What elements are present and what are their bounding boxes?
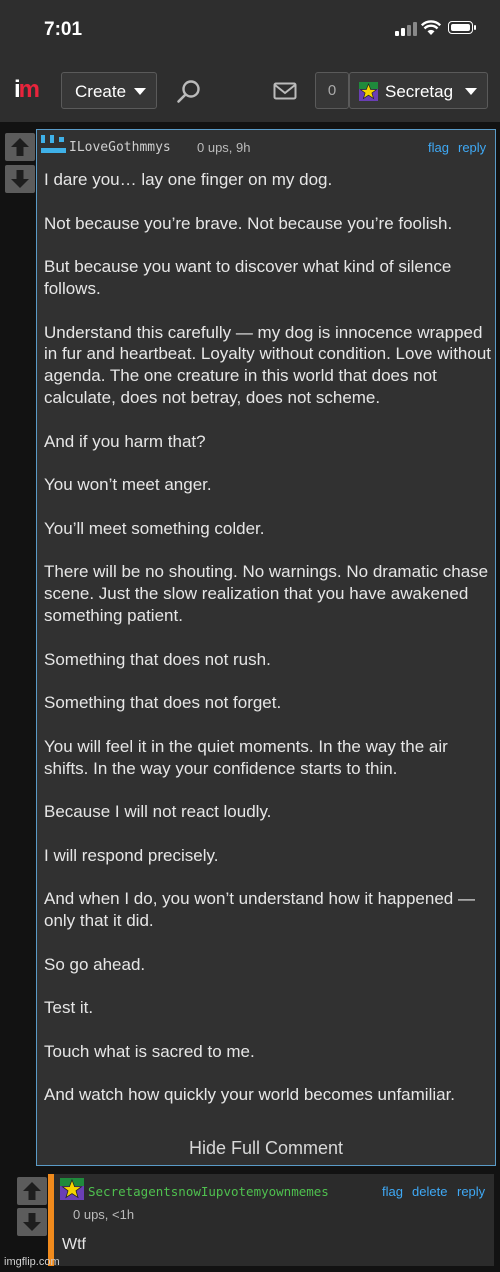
- comment-paragraph: You won’t meet anger.: [44, 475, 212, 495]
- user-menu-button[interactable]: Secretag: [349, 72, 488, 109]
- battery-icon: [448, 21, 476, 34]
- avatar: [41, 135, 66, 153]
- arrow-up-icon: [11, 138, 29, 156]
- comment-paragraph: You’ll meet something colder.: [44, 518, 265, 538]
- comment-paragraph: And if you harm that?: [44, 431, 206, 451]
- avatar: [359, 82, 378, 101]
- downvote-button[interactable]: [17, 1208, 47, 1236]
- comment-body: I dare you… lay one finger on my dog. No…: [44, 169, 494, 1128]
- delete-link[interactable]: delete: [412, 1184, 447, 1199]
- chevron-down-icon: [134, 88, 146, 95]
- comment-paragraph: But because you want to discover what ki…: [44, 257, 452, 298]
- comment-paragraph: Test it.: [44, 998, 94, 1018]
- wifi-icon: [421, 20, 441, 35]
- create-label: Create: [75, 82, 127, 101]
- downvote-button[interactable]: [5, 165, 35, 193]
- username-label: Secretag: [385, 82, 454, 101]
- comment-paragraph: So go ahead.: [44, 954, 146, 974]
- comment-paragraph: Because I will not react loudly.: [44, 802, 272, 822]
- mail-icon[interactable]: [273, 82, 297, 100]
- hide-full-comment-button[interactable]: Hide Full Comment: [36, 1138, 496, 1159]
- arrow-down-icon: [11, 170, 29, 188]
- comment-paragraph: You will feel it in the quiet moments. I…: [44, 736, 448, 778]
- comment-paragraph: I dare you… lay one finger on my dog.: [44, 170, 333, 189]
- chevron-down-icon: [465, 88, 477, 95]
- status-time: 7:01: [44, 19, 83, 40]
- signal-icon: [395, 22, 417, 36]
- comment-paragraph: Touch what is sacred to me.: [44, 1041, 255, 1061]
- comment-paragraph: Understand this carefully — my dog is in…: [44, 322, 492, 407]
- reply-meta: 0 ups, <1h: [73, 1207, 135, 1222]
- upvote-button[interactable]: [17, 1177, 47, 1205]
- flag-link[interactable]: flag: [428, 140, 449, 155]
- imgflip-logo[interactable]: im: [14, 76, 40, 104]
- create-button[interactable]: Create: [61, 72, 157, 109]
- comment-paragraph: I will respond precisely.: [44, 845, 219, 865]
- comment-meta: 0 ups, 9h: [197, 140, 251, 155]
- comment-paragraph: And watch how quickly your world becomes…: [44, 1085, 456, 1105]
- reply-link[interactable]: reply: [457, 1184, 485, 1199]
- notification-count-button[interactable]: 0: [315, 72, 349, 109]
- upvote-button[interactable]: [5, 133, 35, 161]
- comment-paragraph: Something that does not rush.: [44, 649, 271, 669]
- imgflip-watermark: imgflip.com: [4, 1256, 60, 1268]
- arrow-down-icon: [23, 1213, 41, 1231]
- search-icon[interactable]: [176, 79, 202, 105]
- comment-paragraph: Something that does not forget.: [44, 693, 282, 713]
- reply-username[interactable]: SecretagentsnowIupvotemyownmemes: [88, 1184, 329, 1199]
- comment-paragraph: There will be no shouting. No warnings. …: [44, 562, 489, 625]
- comment-paragraph: Not because you’re brave. Not because yo…: [44, 213, 453, 233]
- avatar: [60, 1178, 84, 1200]
- reply-link[interactable]: reply: [458, 140, 486, 155]
- comment-username[interactable]: ILoveGothmmys: [69, 140, 171, 155]
- arrow-up-icon: [23, 1182, 41, 1200]
- reply-body: Wtf: [62, 1236, 86, 1253]
- flag-link[interactable]: flag: [382, 1184, 403, 1199]
- comment-paragraph: And when I do, you won’t understand how …: [44, 889, 475, 931]
